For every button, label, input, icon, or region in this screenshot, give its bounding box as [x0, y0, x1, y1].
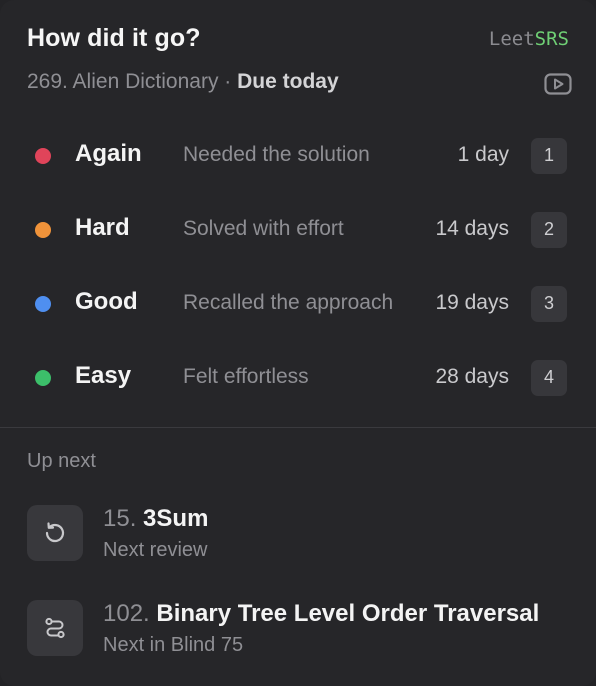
rating-label: Hard	[75, 214, 130, 241]
rating-hard[interactable]: Hard Solved with effort 14 days 2	[0, 192, 596, 266]
brand-leet: Leet	[488, 28, 535, 50]
up-next-subtitle: Next in Blind 75	[103, 634, 244, 656]
problem-number: 15.	[103, 505, 137, 532]
up-next-title: 15. 3Sum	[103, 505, 208, 533]
rotate-ccw-icon	[27, 505, 83, 561]
shortcut-key: 3	[531, 286, 567, 322]
separator: ·	[224, 70, 232, 93]
status-dot	[35, 370, 51, 386]
rating-good[interactable]: Good Recalled the approach 19 days 3	[0, 266, 596, 340]
problem-title: 3Sum	[143, 505, 209, 532]
problem-name: 269. Alien Dictionary	[27, 70, 219, 93]
rating-label: Good	[75, 288, 138, 315]
up-next-item[interactable]: 102. Binary Tree Level Order Traversal N…	[27, 600, 572, 670]
review-panel: How did it go? LeetSRS 269. Alien Dictio…	[0, 0, 596, 686]
header: How did it go? LeetSRS	[27, 22, 569, 62]
route-icon	[27, 600, 83, 656]
divider	[0, 427, 596, 428]
brand-srs: SRS	[534, 28, 569, 50]
rating-label: Easy	[75, 362, 132, 389]
due-status: Due today	[237, 70, 339, 93]
rating-easy[interactable]: Easy Felt effortless 28 days 4	[0, 340, 596, 414]
shortcut-key: 2	[531, 212, 567, 248]
rating-label: Again	[75, 140, 142, 167]
up-next-subtitle: Next review	[103, 539, 208, 561]
play-rect-icon[interactable]	[544, 73, 572, 95]
rating-interval: 1 day	[457, 143, 509, 166]
shortcut-key: 4	[531, 360, 567, 396]
rating-description: Recalled the approach	[183, 291, 394, 314]
up-next-heading: Up next	[27, 450, 96, 472]
rating-description: Felt effortless	[183, 365, 309, 388]
rating-description: Needed the solution	[183, 143, 370, 166]
up-next-item[interactable]: 15. 3Sum Next review	[27, 505, 572, 575]
status-dot	[35, 222, 51, 238]
status-dot	[35, 148, 51, 164]
problem-line: 269. Alien Dictionary · Due today	[27, 70, 339, 94]
problem-title: Binary Tree Level Order Traversal	[156, 600, 540, 627]
problem-number: 102.	[103, 600, 150, 627]
brand-logo: LeetSRS	[489, 28, 569, 50]
panel-title: How did it go?	[27, 24, 201, 52]
rating-interval: 14 days	[435, 217, 509, 240]
rating-interval: 28 days	[435, 365, 509, 388]
rating-list: Again Needed the solution 1 day 1 Hard S…	[0, 118, 596, 414]
up-next-title: 102. Binary Tree Level Order Traversal	[103, 600, 539, 628]
rating-interval: 19 days	[435, 291, 509, 314]
rating-again[interactable]: Again Needed the solution 1 day 1	[0, 118, 596, 192]
status-dot	[35, 296, 51, 312]
shortcut-key: 1	[531, 138, 567, 174]
rating-description: Solved with effort	[183, 217, 344, 240]
